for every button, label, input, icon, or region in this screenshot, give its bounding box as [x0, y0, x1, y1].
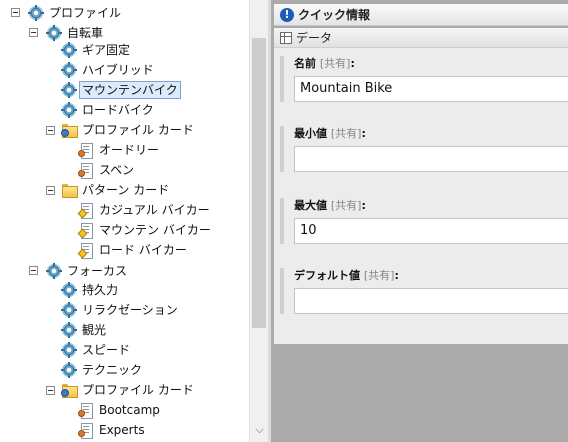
gear-icon — [61, 62, 77, 78]
tree-item-label: プロファイル カード — [82, 123, 194, 137]
field-max: 最大値 [共有]: 10 — [280, 198, 568, 244]
pattern-card-icon — [77, 242, 94, 259]
profile-tree[interactable]: プロファイル 自転車 ギア固定 ハイブリッド マウンテンバイク ロードバイク プ… — [0, 0, 249, 442]
tree-item-speed[interactable]: スピード — [61, 340, 133, 360]
tree-item-focus[interactable]: フォーカス — [46, 261, 130, 281]
min-value-input[interactable] — [294, 146, 568, 172]
scroll-down-icon[interactable]: ⌵ — [250, 422, 269, 438]
tree-item-label: スピード — [82, 343, 131, 357]
folder-icon — [61, 182, 78, 198]
tree-item-label: カジュアル バイカー — [99, 203, 210, 217]
folder-users-icon — [61, 382, 78, 398]
tree-item-label: Experts — [99, 423, 145, 437]
tree-item-label: ロード バイカー — [99, 243, 187, 257]
tree-item-label: プロファイル — [49, 6, 122, 20]
gear-icon — [46, 25, 62, 41]
gear-icon — [61, 362, 77, 378]
data-section-icon — [280, 31, 292, 44]
tree-item-label: パターン カード — [82, 183, 170, 197]
tree-item-label: ロードバイク — [82, 103, 154, 117]
tree-item-label: Bootcamp — [99, 403, 160, 417]
field-name: 名前 [共有]: Mountain Bike — [280, 56, 568, 102]
collapse-toggle-focus[interactable] — [29, 266, 38, 275]
pattern-card-icon — [77, 222, 94, 239]
gear-icon — [61, 102, 77, 118]
data-section-header[interactable]: データ — [274, 28, 568, 48]
shared-tag: [共有] — [330, 199, 362, 212]
tree-item-label: 観光 — [82, 323, 107, 337]
name-input[interactable]: Mountain Bike — [294, 76, 568, 102]
tree-item-road-bike[interactable]: ロードバイク — [61, 100, 157, 120]
collapse-toggle-profile-cards[interactable] — [46, 126, 55, 135]
tree-item-profile-cards[interactable]: プロファイル カード — [61, 120, 197, 140]
quick-info-header[interactable]: ! クイック情報 — [274, 4, 568, 26]
tree-item-label: オードリー — [99, 143, 160, 157]
collapse-toggle-pattern-cards[interactable] — [46, 186, 55, 195]
field-max-label: 最大値 [共有]: — [294, 199, 366, 212]
tree-item-casual-biker[interactable]: カジュアル バイカー — [77, 200, 213, 220]
data-section-title: データ — [296, 31, 333, 45]
tree-item-label: リラクゼーション — [82, 303, 178, 317]
tree-item-fixed-gear[interactable]: ギア固定 — [61, 40, 133, 60]
tree-item-label: ギア固定 — [82, 43, 131, 57]
tree-item-label: 持久力 — [82, 283, 119, 297]
scrollbar-thumb[interactable] — [252, 38, 266, 328]
tree-item-road-biker[interactable]: ロード バイカー — [77, 240, 190, 260]
collapse-toggle-bicycle[interactable] — [29, 28, 38, 37]
tree-item-experts[interactable]: Experts — [78, 420, 148, 440]
gear-icon — [61, 322, 77, 338]
gear-icon — [46, 263, 62, 279]
tree-item-mountain-bike[interactable]: マウンテンバイク — [61, 80, 181, 100]
tree-item-bootcamp[interactable]: Bootcamp — [78, 400, 163, 420]
tree-item-label: プロファイル カード — [82, 383, 194, 397]
tree-item-label: フォーカス — [67, 264, 128, 278]
field-default-label: デフォルト値 [共有]: — [294, 269, 399, 282]
tree-item-audrey[interactable]: オードリー — [78, 140, 162, 160]
person-card-icon — [78, 422, 94, 439]
info-icon: ! — [280, 7, 294, 22]
default-value-input[interactable] — [294, 288, 568, 314]
field-name-label: 名前 [共有]: — [294, 57, 355, 70]
max-value-input[interactable]: 10 — [294, 218, 568, 244]
gear-icon — [61, 342, 77, 358]
shared-tag: [共有] — [319, 57, 351, 70]
tree-item-pattern-cards[interactable]: パターン カード — [61, 180, 172, 200]
tree-scrollbar[interactable]: ⌵ — [249, 0, 268, 442]
field-default: デフォルト値 [共有]: — [280, 268, 568, 314]
tree-item-label: マウンテン バイカー — [99, 223, 211, 237]
tree-item-label: マウンテンバイク — [79, 81, 181, 99]
tree-item-label: スベン — [99, 163, 135, 177]
tree-item-technique[interactable]: テクニック — [61, 360, 145, 380]
tree-item-profile[interactable]: プロファイル — [28, 3, 124, 23]
collapse-toggle-profile-cards-2[interactable] — [46, 386, 55, 395]
shared-tag: [共有] — [330, 127, 362, 140]
tree-item-relaxation[interactable]: リラクゼーション — [61, 300, 181, 320]
gear-icon — [61, 302, 77, 318]
gear-icon — [28, 5, 44, 21]
person-card-icon — [78, 142, 94, 159]
tree-item-sightseeing[interactable]: 観光 — [61, 320, 109, 340]
pattern-card-icon — [77, 202, 94, 219]
shared-tag: [共有] — [363, 269, 395, 282]
quick-info-title: クイック情報 — [298, 8, 371, 22]
person-card-icon — [78, 402, 94, 419]
gear-icon — [61, 282, 77, 298]
tree-item-hybrid[interactable]: ハイブリッド — [61, 60, 157, 80]
person-card-icon — [78, 162, 94, 179]
tree-item-mountain-biker[interactable]: マウンテン バイカー — [77, 220, 214, 240]
gear-icon — [61, 42, 77, 58]
tree-item-label: テクニック — [82, 363, 143, 377]
tree-item-endurance[interactable]: 持久力 — [61, 280, 121, 300]
tree-item-sven[interactable]: スベン — [78, 160, 137, 180]
field-min: 最小値 [共有]: — [280, 126, 568, 172]
data-section: データ 名前 [共有]: Mountain Bike 最小値 [共有]: 最大値… — [274, 28, 568, 344]
collapse-toggle-profile[interactable] — [11, 8, 20, 17]
tree-item-label: ハイブリッド — [82, 63, 154, 77]
field-min-label: 最小値 [共有]: — [294, 127, 366, 140]
tree-item-profile-cards-2[interactable]: プロファイル カード — [61, 380, 197, 400]
gear-icon — [61, 82, 77, 98]
content-editor-pane: ! クイック情報 データ 名前 [共有]: Mountain Bike 最小値 … — [268, 0, 568, 442]
folder-users-icon — [61, 122, 78, 138]
